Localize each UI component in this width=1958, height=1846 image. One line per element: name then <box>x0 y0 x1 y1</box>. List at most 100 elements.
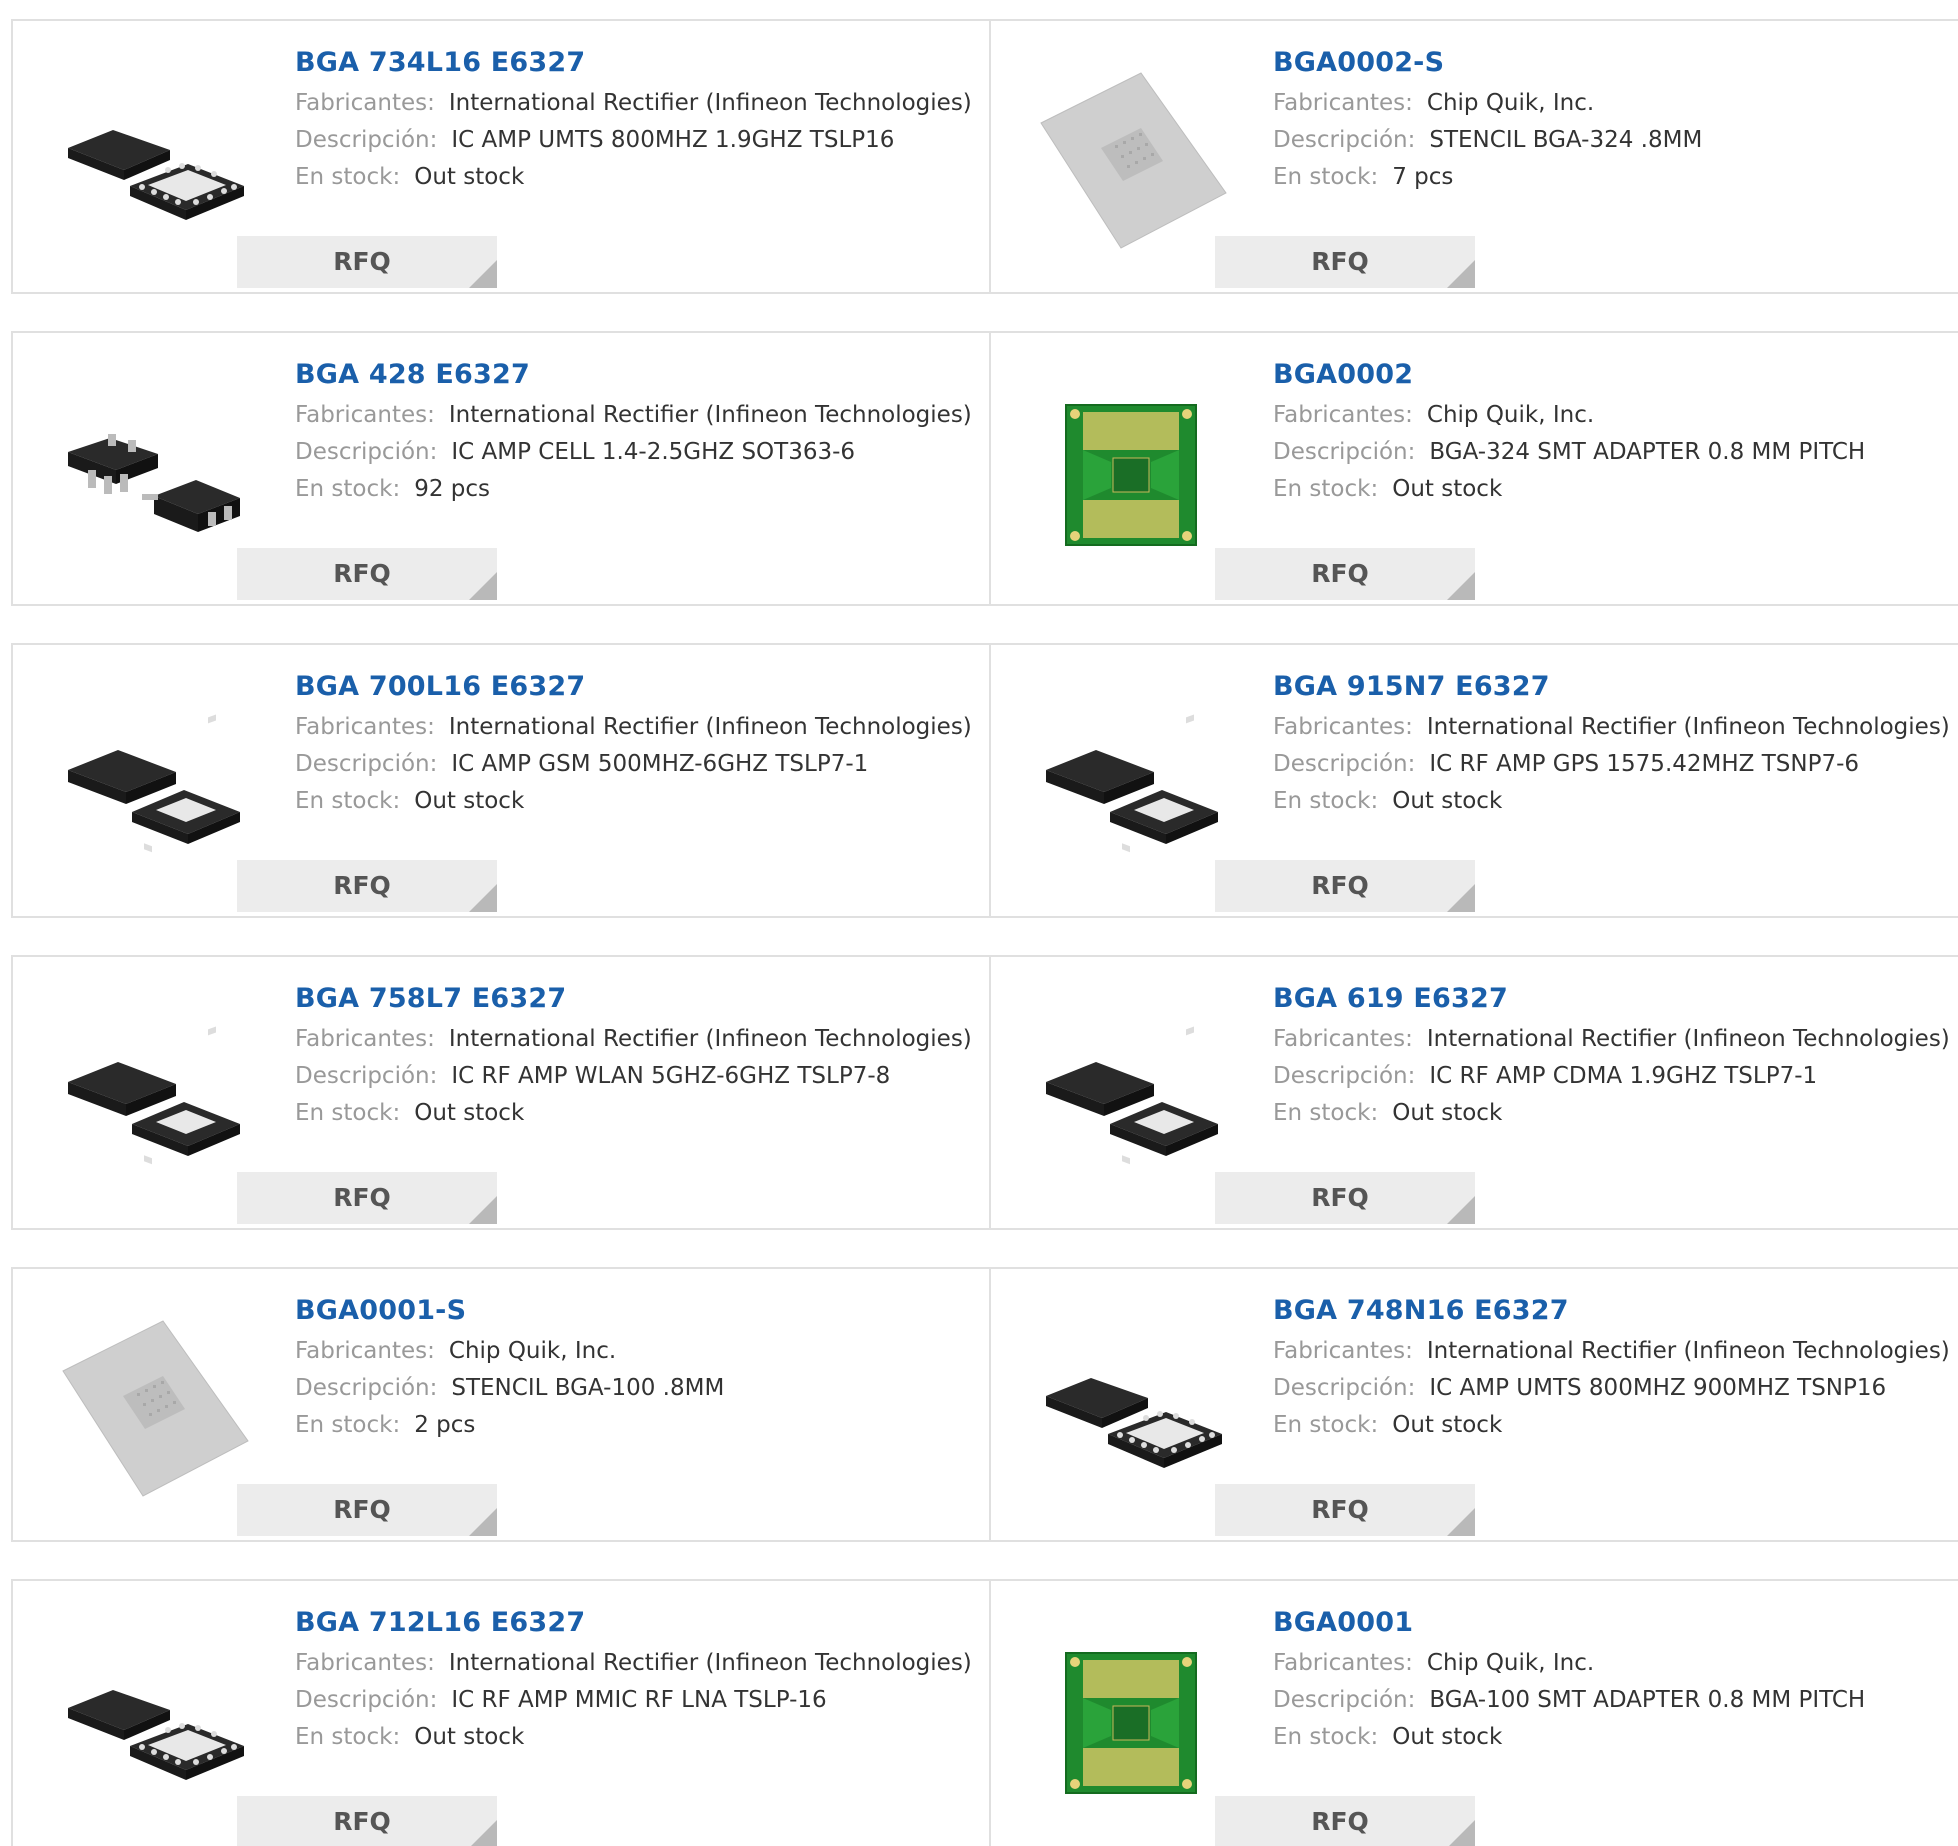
rfq-button[interactable]: RFQ <box>237 1172 497 1224</box>
product-part-link[interactable]: BGA0002-S <box>1273 49 1958 85</box>
manufacturer-value: International Rectifier (Infineon Techno… <box>448 1650 972 1676</box>
chip-tslp7-icon[interactable] <box>53 687 253 887</box>
stencil-icon[interactable] <box>53 1311 253 1511</box>
description-line: Descripción: IC AMP UMTS 800MHZ 900MHZ TS… <box>1273 1370 1958 1407</box>
rfq-button[interactable]: RFQ <box>237 236 497 288</box>
rfq-label: RFQ <box>333 1495 391 1524</box>
product-info: BGA 619 E6327 Fabricantes: International R… <box>1273 985 1958 1132</box>
rfq-button[interactable]: RFQ <box>237 1796 497 1846</box>
description-value: BGA-100 SMT ADAPTER 0.8 MM PITCH <box>1429 1687 1866 1713</box>
corner-triangle-icon <box>469 572 497 600</box>
product-part-link[interactable]: BGA 915N7 E6327 <box>1273 673 1958 709</box>
product-part-link[interactable]: BGA 734L16 E6327 <box>295 49 979 85</box>
description-value: IC AMP CELL 1.4-2.5GHZ SOT363-6 <box>451 439 856 465</box>
product-part-link[interactable]: BGA 428 E6327 <box>295 361 979 397</box>
stock-label: En stock: <box>295 1412 401 1438</box>
chip-sot363-icon[interactable] <box>53 375 253 575</box>
description-line: Descripción: BGA-324 SMT ADAPTER 0.8 MM P… <box>1273 434 1958 471</box>
rfq-button[interactable]: RFQ <box>1215 1172 1475 1224</box>
product-card: BGA 758L7 E6327 Fabricantes: International… <box>11 955 991 1230</box>
manufacturer-line: Fabricantes: Chip Quik, Inc. <box>1273 1645 1958 1682</box>
pcb-adapter-icon[interactable] <box>1031 375 1231 575</box>
rfq-label: RFQ <box>1311 559 1369 588</box>
corner-triangle-icon <box>1447 1196 1475 1224</box>
stock-label: En stock: <box>1273 1412 1379 1438</box>
manufacturer-line: Fabricantes: International Rectifier (Inf… <box>295 1645 979 1682</box>
product-row: BGA 712L16 E6327 Fabricantes: Internationa… <box>11 1579 1958 1846</box>
product-part-link[interactable]: BGA 619 E6327 <box>1273 985 1958 1021</box>
product-card: BGA 428 E6327 Fabricantes: International R… <box>11 331 991 606</box>
manufacturer-value: International Rectifier (Infineon Techno… <box>1426 714 1950 740</box>
product-card: BGA 748N16 E6327 Fabricantes: Internationa… <box>989 1267 1958 1542</box>
stock-label: En stock: <box>1273 1100 1379 1126</box>
product-part-link[interactable]: BGA 758L7 E6327 <box>295 985 979 1021</box>
manufacturer-line: Fabricantes: International Rectifier (Inf… <box>295 397 979 434</box>
stock-value: Out stock <box>1392 476 1503 502</box>
product-part-link[interactable]: BGA 748N16 E6327 <box>1273 1297 1958 1333</box>
product-part-link[interactable]: BGA 700L16 E6327 <box>295 673 979 709</box>
stock-label: En stock: <box>1273 788 1379 814</box>
product-info: BGA 734L16 E6327 Fabricantes: Internationa… <box>295 49 979 196</box>
description-label: Descripción: <box>295 1063 438 1089</box>
manufacturer-label: Fabricantes: <box>1273 1650 1413 1676</box>
product-part-link[interactable]: BGA 712L16 E6327 <box>295 1609 979 1645</box>
corner-triangle-icon <box>1447 884 1475 912</box>
description-line: Descripción: IC RF AMP MMIC RF LNA TSLP-1… <box>295 1682 979 1719</box>
rfq-button[interactable]: RFQ <box>1215 548 1475 600</box>
product-card: BGA 700L16 E6327 Fabricantes: Internationa… <box>11 643 991 918</box>
stock-value: Out stock <box>414 1100 525 1126</box>
manufacturer-label: Fabricantes: <box>1273 714 1413 740</box>
description-line: Descripción: IC RF AMP GPS 1575.42MHZ TSN… <box>1273 746 1958 783</box>
chip-tslp16-icon[interactable] <box>53 1623 253 1823</box>
stock-line: En stock: Out stock <box>295 159 979 196</box>
rfq-label: RFQ <box>1311 1807 1369 1836</box>
chip-tslp7-icon[interactable] <box>1031 999 1231 1199</box>
rfq-button[interactable]: RFQ <box>237 860 497 912</box>
product-card: BGA0001-S Fabricantes: Chip Quik, Inc. Desc… <box>11 1267 991 1542</box>
description-line: Descripción: IC AMP CELL 1.4-2.5GHZ SOT36… <box>295 434 979 471</box>
chip-tslp7-icon[interactable] <box>1031 687 1231 887</box>
description-line: Descripción: BGA-100 SMT ADAPTER 0.8 MM P… <box>1273 1682 1958 1719</box>
description-value: IC RF AMP MMIC RF LNA TSLP-16 <box>451 1687 827 1713</box>
description-value: IC AMP GSM 500MHZ-6GHZ TSLP7-1 <box>451 751 869 777</box>
stock-line: En stock: Out stock <box>1273 1407 1958 1444</box>
rfq-button[interactable]: RFQ <box>1215 860 1475 912</box>
rfq-button[interactable]: RFQ <box>1215 1484 1475 1536</box>
chip-tslp7-icon[interactable] <box>53 999 253 1199</box>
rfq-button[interactable]: RFQ <box>1215 236 1475 288</box>
description-value: BGA-324 SMT ADAPTER 0.8 MM PITCH <box>1429 439 1866 465</box>
rfq-button[interactable]: RFQ <box>237 548 497 600</box>
chip-tslp16-icon[interactable] <box>53 63 253 263</box>
product-info: BGA0002-S Fabricantes: Chip Quik, Inc. Desc… <box>1273 49 1958 196</box>
rfq-button[interactable]: RFQ <box>1215 1796 1475 1846</box>
manufacturer-label: Fabricantes: <box>1273 90 1413 116</box>
stock-line: En stock: Out stock <box>1273 1719 1958 1756</box>
product-part-link[interactable]: BGA0002 <box>1273 361 1958 397</box>
product-part-link[interactable]: BGA0001-S <box>295 1297 979 1333</box>
rfq-label: RFQ <box>1311 1183 1369 1212</box>
manufacturer-label: Fabricantes: <box>295 1338 435 1364</box>
stock-line: En stock: 92 pcs <box>295 471 979 508</box>
chip-tslp16-icon[interactable] <box>1031 1311 1231 1511</box>
description-line: Descripción: STENCIL BGA-100 .8MM <box>295 1370 979 1407</box>
stencil-icon[interactable] <box>1031 63 1231 263</box>
manufacturer-value: International Rectifier (Infineon Techno… <box>448 1026 972 1052</box>
description-line: Descripción: STENCIL BGA-324 .8MM <box>1273 122 1958 159</box>
description-line: Descripción: IC AMP UMTS 800MHZ 1.9GHZ TS… <box>295 122 979 159</box>
description-value: IC AMP UMTS 800MHZ 900MHZ TSNP16 <box>1429 1375 1887 1401</box>
corner-triangle-icon <box>469 884 497 912</box>
pcb-adapter-icon[interactable] <box>1031 1623 1231 1823</box>
corner-triangle-icon <box>469 1508 497 1536</box>
rfq-button[interactable]: RFQ <box>237 1484 497 1536</box>
product-part-link[interactable]: BGA0001 <box>1273 1609 1958 1645</box>
description-line: Descripción: IC AMP GSM 500MHZ-6GHZ TSLP7… <box>295 746 979 783</box>
product-row: BGA0001-S Fabricantes: Chip Quik, Inc. Desc… <box>11 1267 1958 1542</box>
manufacturer-line: Fabricantes: International Rectifier (Inf… <box>1273 1021 1958 1058</box>
stock-line: En stock: Out stock <box>295 1095 979 1132</box>
description-label: Descripción: <box>1273 1375 1416 1401</box>
product-row: BGA 428 E6327 Fabricantes: International R… <box>11 331 1958 606</box>
product-row: BGA 758L7 E6327 Fabricantes: International… <box>11 955 1958 1230</box>
manufacturer-value: International Rectifier (Infineon Techno… <box>1426 1338 1950 1364</box>
description-label: Descripción: <box>1273 1063 1416 1089</box>
rfq-label: RFQ <box>1311 247 1369 276</box>
